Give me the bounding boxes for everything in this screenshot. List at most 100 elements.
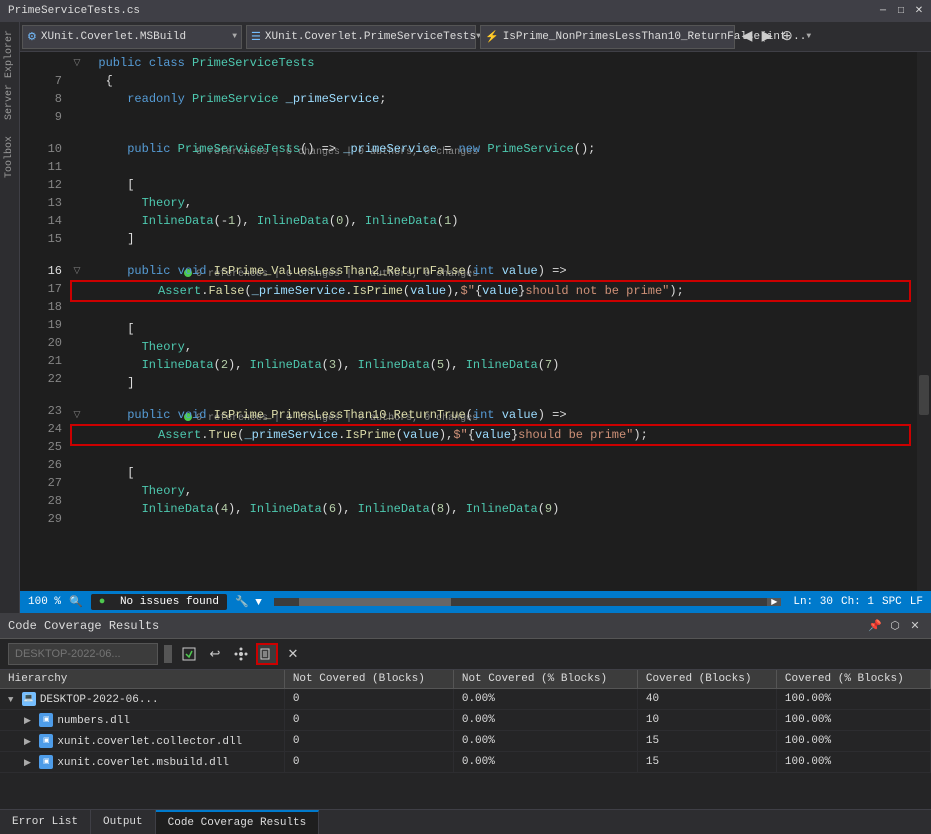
cell-not-cov-blk: 0 <box>284 689 453 710</box>
tab-code-coverage[interactable]: Code Coverage Results <box>156 810 320 834</box>
code-line-13: Theory, <box>70 194 911 212</box>
pin-btn[interactable]: 📌 <box>867 618 883 634</box>
float-btn[interactable]: ⬡ <box>887 618 903 634</box>
title-text: PrimeServiceTests.cs <box>8 5 140 17</box>
collapse-16-icon[interactable]: ▽ <box>70 262 84 280</box>
minimize-btn[interactable]: ─ <box>875 3 891 19</box>
line-20: 20 <box>28 334 62 352</box>
close-panel-btn[interactable]: ✕ <box>907 618 923 634</box>
scroll-thumb[interactable] <box>919 375 929 415</box>
col-cov-pct: Covered (% Blocks) <box>776 670 930 689</box>
method-dropdown[interactable]: ⚡ IsPrime_NonPrimesLessThan10_ReturnFals… <box>480 25 735 49</box>
editor-area: ⚙ XUnit.Coverlet.MSBuild ▼ ☰ XUnit.Cover… <box>20 22 931 613</box>
code-line-12: [ <box>70 176 911 194</box>
panel-toolbar: ↩ ✕ <box>0 639 931 670</box>
vertical-scrollbar[interactable] <box>917 52 931 591</box>
line-24: 24 <box>28 420 62 438</box>
undo-btn[interactable]: ↩ <box>204 643 226 665</box>
show-coverage-btn[interactable] <box>256 643 278 665</box>
line-13: 13 <box>28 194 62 212</box>
line-17: 17 <box>28 280 62 298</box>
toolbox-tab[interactable]: Toolbox <box>2 128 17 186</box>
line-21: 21 <box>28 352 62 370</box>
code-editor: 7 8 9 10 11 12 13 14 15 16 17 18 19 20 2… <box>20 52 931 591</box>
horizontal-scrollbar[interactable]: ▶ <box>274 598 781 606</box>
line-15: 15 <box>28 230 62 248</box>
code-line-18 <box>70 302 911 320</box>
coverage-table: Hierarchy Not Covered (Blocks) Not Cover… <box>0 670 931 773</box>
code-line-23: ▽ public void IsPrime_PrimesLessThan10_R… <box>70 406 911 424</box>
class-dropdown[interactable]: ☰ XUnit.Coverlet.PrimeServiceTests ▼ <box>246 25 476 49</box>
panel-title-left: Code Coverage Results <box>8 619 159 633</box>
cell-not-cov-pct: 0.00% <box>453 752 637 773</box>
status-no-issues[interactable]: ● No issues found <box>91 594 227 610</box>
coverage-table-container[interactable]: Hierarchy Not Covered (Blocks) Not Cover… <box>0 670 931 809</box>
line-7: 7 <box>28 72 62 90</box>
line-19: 19 <box>28 316 62 334</box>
expand-arrow[interactable]: ▶ <box>24 737 36 747</box>
code-line-20: Theory, <box>70 338 911 356</box>
line-11: 11 <box>28 158 62 176</box>
line-29: 29 <box>28 510 62 528</box>
tab-output[interactable]: Output <box>91 810 156 834</box>
close-btn[interactable]: ✕ <box>911 3 927 19</box>
main-container: Server Explorer Toolbox ⚙ XUnit.Coverlet… <box>0 22 931 613</box>
cell-cov-pct: 100.00% <box>776 731 930 752</box>
line-28: 28 <box>28 492 62 510</box>
new-tab-btn[interactable]: ⊕ <box>777 27 797 47</box>
table-row[interactable]: ▶ ▣xunit.coverlet.msbuild.dll 0 0.00% 15… <box>0 752 931 773</box>
code-line-class: ▽ public class PrimeServiceTests <box>70 54 911 72</box>
tab-error-list[interactable]: Error List <box>0 810 91 834</box>
bottom-tabs: Error List Output Code Coverage Results <box>0 809 931 833</box>
line-numbers: 7 8 9 10 11 12 13 14 15 16 17 18 19 20 2… <box>20 52 70 591</box>
collect-btn[interactable] <box>178 643 200 665</box>
expand-arrow[interactable]: ▼ <box>8 695 19 705</box>
expand-arrow[interactable]: ▶ <box>24 758 36 768</box>
status-bar: 100 % 🔍 ● No issues found 🔧 ▼ ▶ Ln: 30 C… <box>20 591 931 613</box>
editor-toolbar: ⚙ XUnit.Coverlet.MSBuild ▼ ☰ XUnit.Cover… <box>20 22 931 52</box>
cell-hierarchy: ▶ ▣xunit.coverlet.collector.dll <box>0 731 284 752</box>
panel-title-text: Code Coverage Results <box>8 619 159 633</box>
maximize-btn[interactable]: □ <box>893 3 909 19</box>
expand-arrow[interactable]: ▶ <box>24 716 36 726</box>
code-line-24-boxed: Assert.True(_primeService.IsPrime(value)… <box>70 424 911 446</box>
code-line-10: public PrimeServiceTests() => _primeServ… <box>70 140 911 158</box>
side-tabs: Server Explorer Toolbox <box>0 22 20 613</box>
line-27: 27 <box>28 474 62 492</box>
line-25: 25 <box>28 438 62 456</box>
cell-hierarchy: ▼ 💻DESKTOP-2022-06... <box>0 689 284 710</box>
code-line-7: { <box>70 72 911 90</box>
table-row[interactable]: ▶ ▣xunit.coverlet.collector.dll 0 0.00% … <box>0 731 931 752</box>
server-explorer-tab[interactable]: Server Explorer <box>2 22 17 128</box>
panel-search-input[interactable] <box>8 643 158 665</box>
code-line-9 <box>70 108 911 126</box>
namespace-dropdown[interactable]: ⚙ XUnit.Coverlet.MSBuild ▼ <box>22 25 242 49</box>
options-btn[interactable] <box>230 643 252 665</box>
code-line-15: ] <box>70 230 911 248</box>
scroll-right-btn[interactable]: ▶ <box>757 27 777 47</box>
cell-not-cov-pct: 0.00% <box>453 731 637 752</box>
annotation-23: 0 references | 0 changes | 0 authors, 0 … <box>70 392 911 406</box>
code-content[interactable]: ▽ public class PrimeServiceTests { reado… <box>70 52 931 591</box>
line-26: 26 <box>28 456 62 474</box>
cell-cov-blk: 15 <box>637 752 776 773</box>
collapse-23-icon[interactable]: ▽ <box>70 406 84 424</box>
cell-not-cov-blk: 0 <box>284 752 453 773</box>
code-line-22: ] <box>70 374 911 392</box>
cell-cov-blk: 10 <box>637 710 776 731</box>
cell-not-cov-pct: 0.00% <box>453 689 637 710</box>
cell-cov-blk: 15 <box>637 731 776 752</box>
line-8: 8 <box>28 90 62 108</box>
collapse-icon[interactable]: ▽ <box>70 54 84 72</box>
line-9: 9 <box>28 108 62 126</box>
panel-title-bar: Code Coverage Results 📌 ⬡ ✕ <box>0 613 931 639</box>
scroll-left-btn[interactable]: ◀ <box>737 27 757 47</box>
table-row[interactable]: ▼ 💻DESKTOP-2022-06... 0 0.00% 40 100.00% <box>0 689 931 710</box>
line-12: 12 <box>28 176 62 194</box>
close-results-btn[interactable]: ✕ <box>282 643 304 665</box>
code-line-11 <box>70 158 911 176</box>
table-row[interactable]: ▶ ▣numbers.dll 0 0.00% 10 100.00% <box>0 710 931 731</box>
code-line-19: [ <box>70 320 911 338</box>
line-14: 14 <box>28 212 62 230</box>
status-task-icon: 🔧 ▼ <box>235 595 262 609</box>
